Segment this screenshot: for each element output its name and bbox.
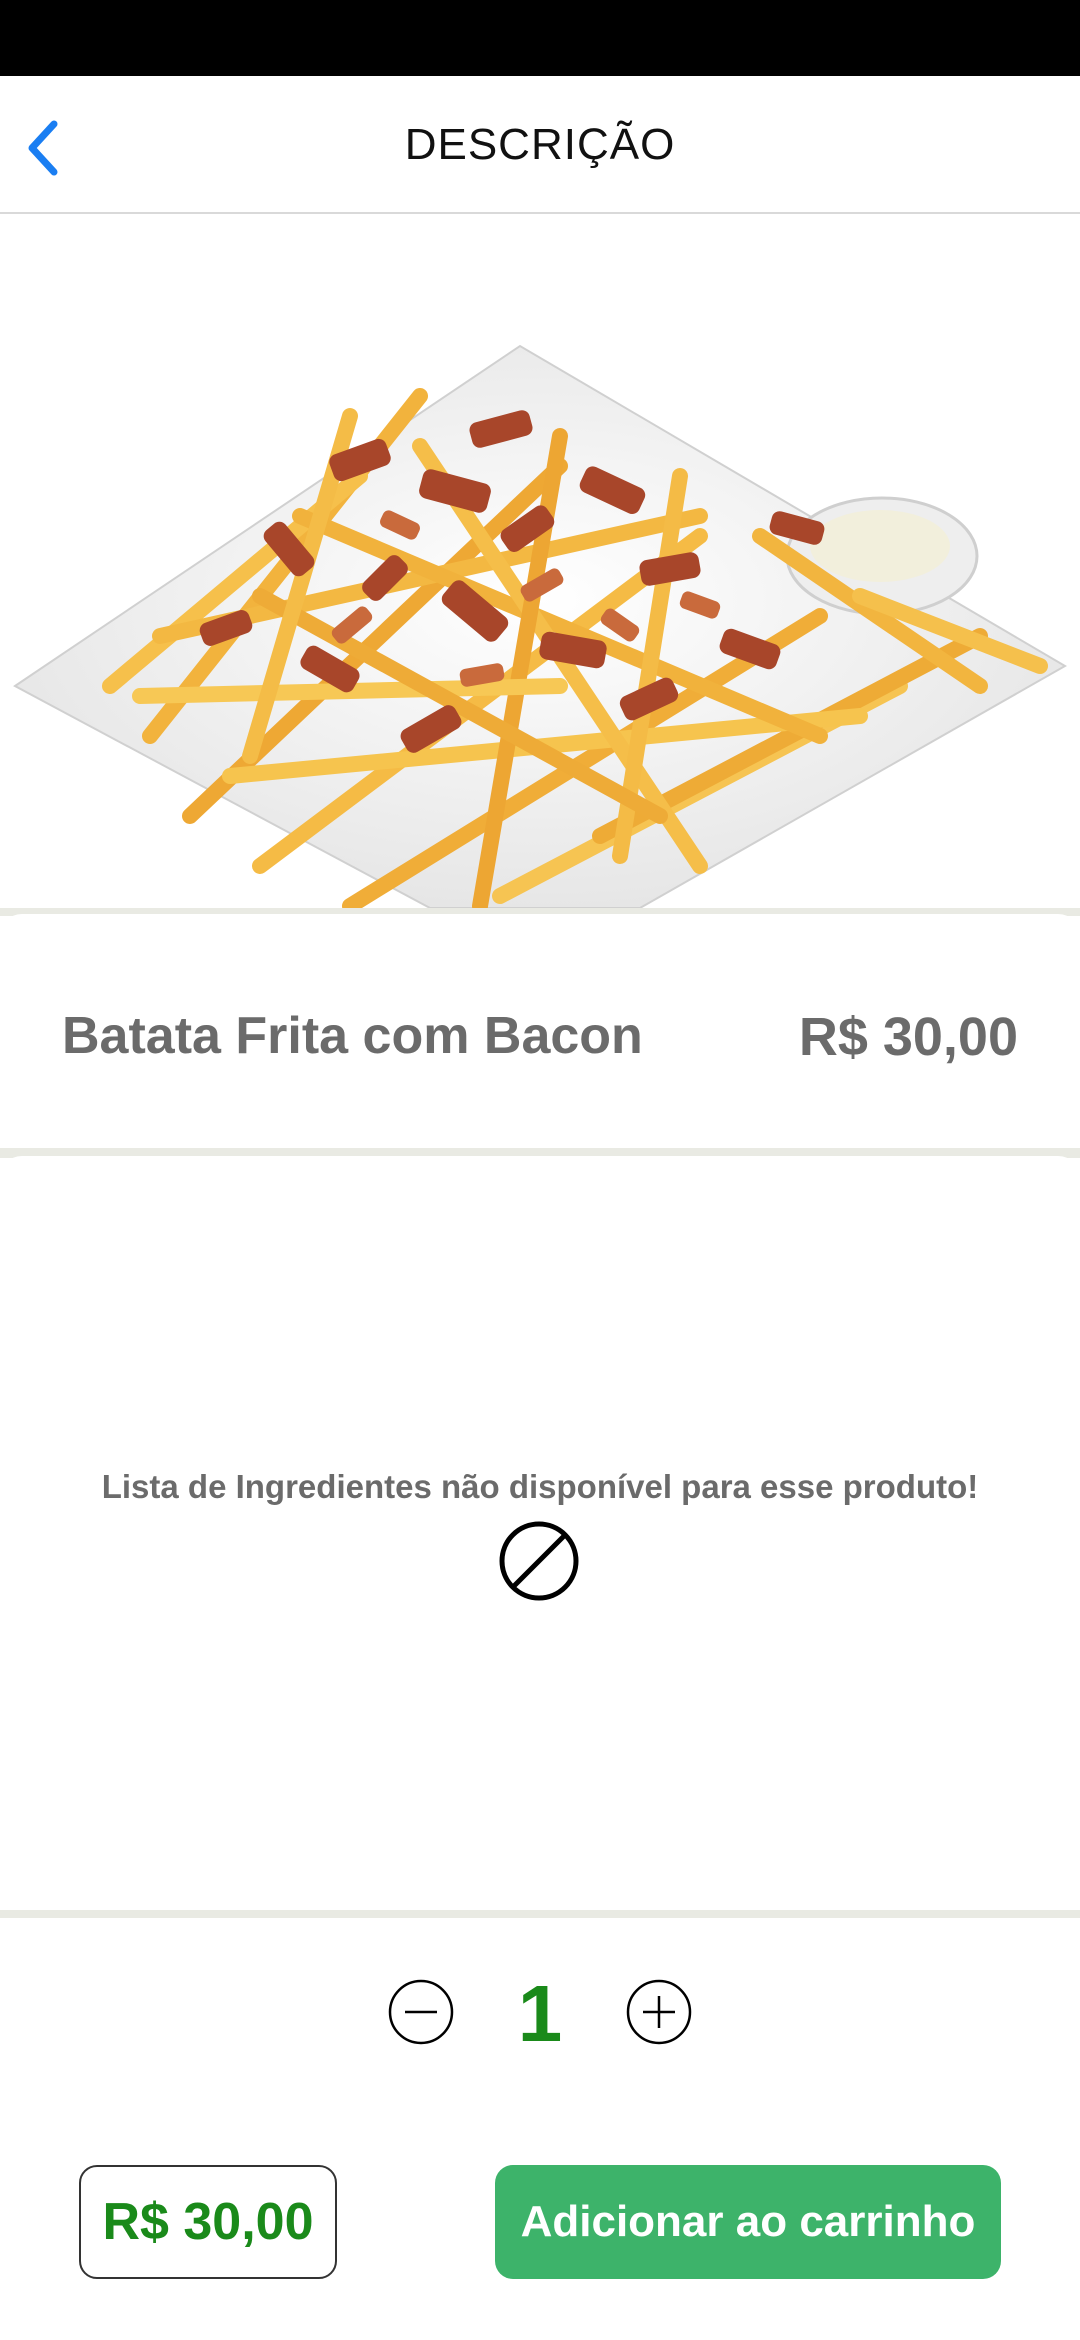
product-image [0,216,1080,908]
divider [0,1910,1080,1918]
no-entry-icon [499,1521,579,1601]
add-to-cart-button[interactable]: Adicionar ao carrinho [495,2165,1001,2279]
total-price: R$ 30,00 [79,2165,337,2279]
minus-circle-icon[interactable] [387,1978,455,2046]
ingredients-card: Lista de Ingredientes não disponível par… [0,1156,1080,1910]
product-name: Batata Frita com Bacon [62,1007,643,1065]
quantity-value: 1 [517,1969,563,2058]
quantity-stepper: 1 [0,1950,1080,2070]
plus-circle-icon[interactable] [625,1978,693,2046]
product-info-card: Batata Frita com Bacon R$ 30,00 [0,914,1080,1148]
page-title: DESCRIÇÃO [404,120,676,169]
ingredients-empty-message: Lista de Ingredientes não disponível par… [101,1468,979,1505]
product-price: R$ 30,00 [798,1007,1018,1067]
app-header: DESCRIÇÃO [0,76,1080,214]
status-bar [0,0,1080,76]
